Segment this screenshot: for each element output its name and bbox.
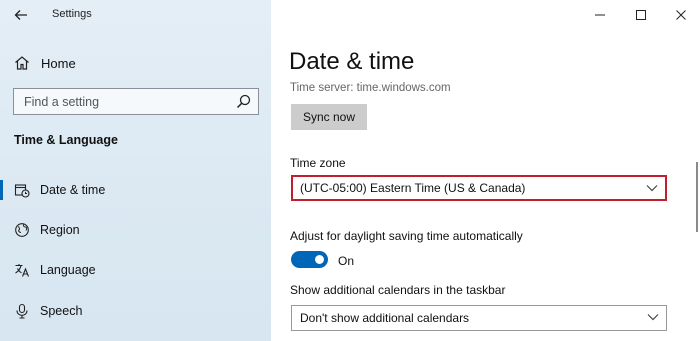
back-arrow-icon — [14, 10, 27, 20]
calendars-dropdown[interactable]: Don't show additional calendars — [291, 305, 667, 331]
sidebar-item-label: Language — [40, 263, 96, 277]
time-server-text: Time server: time.windows.com — [290, 82, 451, 94]
sidebar-item-home[interactable]: Home — [14, 53, 76, 73]
time-zone-dropdown[interactable]: (UTC-05:00) Eastern Time (US & Canada) — [291, 175, 667, 201]
toggle-knob — [315, 255, 324, 264]
dst-toggle[interactable] — [291, 251, 328, 268]
clock-calendar-icon — [14, 184, 30, 198]
dst-toggle-state: On — [338, 254, 355, 268]
chevron-down-icon — [646, 185, 658, 192]
sidebar: Settings Home Find a setting Time & Lang… — [0, 0, 271, 341]
maximize-icon — [636, 10, 646, 20]
section-title: Time & Language — [14, 133, 118, 147]
minimize-icon — [595, 14, 605, 16]
sidebar-item-region[interactable]: Region — [0, 215, 271, 245]
sidebar-item-language[interactable]: Language — [0, 255, 271, 285]
calendars-value: Don't show additional calendars — [300, 311, 470, 325]
main-content: Date & time Time server: time.windows.co… — [271, 0, 700, 341]
home-label: Home — [41, 55, 76, 71]
calendars-label: Show additional calendars in the taskbar — [290, 283, 506, 297]
app-title: Settings — [52, 8, 92, 20]
search-icon[interactable] — [236, 94, 251, 109]
home-icon — [15, 56, 29, 70]
time-zone-label: Time zone — [290, 156, 346, 170]
close-button[interactable] — [669, 3, 693, 27]
sidebar-item-label: Region — [40, 223, 80, 237]
close-icon — [676, 10, 686, 20]
chevron-down-icon — [647, 314, 659, 321]
sidebar-item-label: Date & time — [40, 183, 106, 197]
time-zone-value: (UTC-05:00) Eastern Time (US & Canada) — [300, 181, 526, 195]
scrollbar[interactable] — [696, 162, 698, 232]
globe-icon — [15, 223, 29, 237]
search-input[interactable]: Find a setting — [13, 88, 259, 115]
minimize-button[interactable] — [588, 3, 612, 27]
maximize-button[interactable] — [629, 3, 653, 27]
language-icon — [15, 264, 30, 277]
microphone-icon — [16, 303, 28, 319]
search-placeholder: Find a setting — [24, 95, 100, 109]
sidebar-item-speech[interactable]: Speech — [0, 296, 271, 326]
sync-now-button[interactable]: Sync now — [291, 104, 367, 130]
sidebar-item-date-time[interactable]: Date & time — [0, 175, 271, 205]
back-button[interactable] — [10, 4, 32, 26]
sidebar-item-label: Speech — [40, 304, 83, 318]
page-title: Date & time — [289, 48, 415, 75]
dst-label: Adjust for daylight saving time automati… — [290, 229, 523, 243]
